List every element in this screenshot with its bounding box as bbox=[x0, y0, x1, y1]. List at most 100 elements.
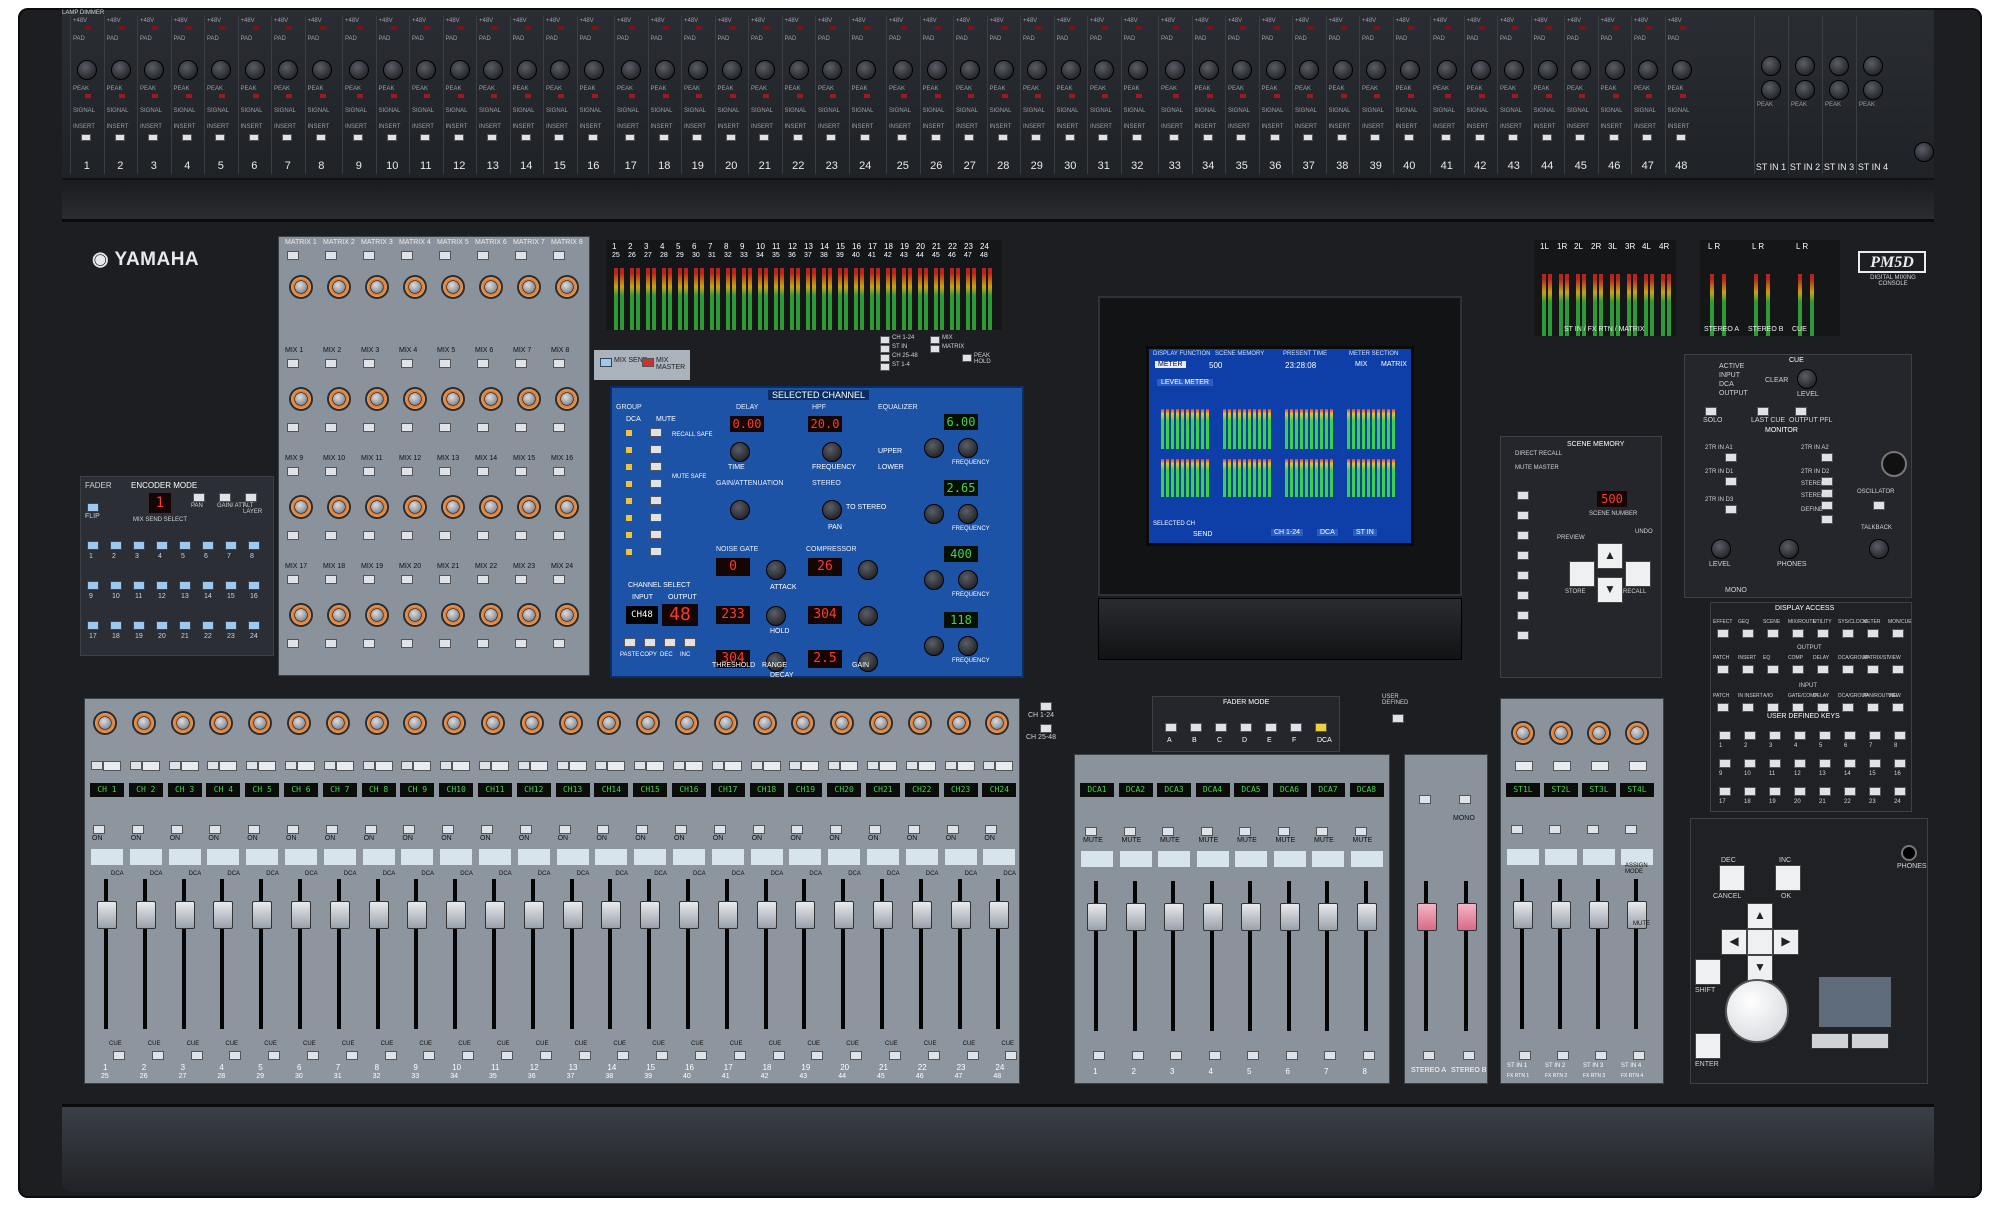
channel-cue-button[interactable] bbox=[656, 1051, 669, 1060]
meter-select-button[interactable] bbox=[880, 345, 890, 353]
channel-on-key[interactable] bbox=[519, 825, 532, 834]
user-defined-key[interactable] bbox=[1869, 759, 1881, 768]
phones-jack[interactable] bbox=[1901, 845, 1917, 861]
lamp-dimmer-knob[interactable] bbox=[1914, 142, 1934, 162]
mix-on-button[interactable] bbox=[401, 359, 413, 368]
mix-cue-button[interactable] bbox=[477, 531, 489, 540]
fader-mode-button[interactable] bbox=[1290, 723, 1302, 732]
gain-knob[interactable] bbox=[583, 60, 604, 80]
mix-cue-button[interactable] bbox=[515, 531, 527, 540]
gain-knob[interactable] bbox=[893, 60, 913, 80]
hpf-frequency-knob[interactable] bbox=[822, 442, 842, 462]
mute-master-button[interactable] bbox=[1517, 491, 1529, 500]
master-on-button[interactable] bbox=[1419, 795, 1431, 804]
channel-sel-button[interactable] bbox=[413, 761, 432, 771]
gain-knob[interactable] bbox=[1366, 60, 1386, 80]
channel-on-key[interactable] bbox=[364, 825, 377, 834]
channel-cue-button[interactable] bbox=[423, 1051, 436, 1060]
insert-button[interactable] bbox=[1064, 134, 1075, 141]
encoder-select-button[interactable] bbox=[110, 581, 122, 590]
encoder-select-button[interactable] bbox=[156, 581, 168, 590]
gain-knob[interactable] bbox=[416, 60, 436, 80]
mute-group-button[interactable] bbox=[650, 428, 662, 437]
encoder-mode-button[interactable] bbox=[193, 493, 205, 502]
channel-on-button[interactable] bbox=[905, 761, 918, 770]
channel-encoder-knob[interactable] bbox=[869, 711, 893, 735]
fader-knob[interactable] bbox=[523, 901, 544, 929]
gate-knob[interactable] bbox=[766, 560, 786, 580]
gain-knob[interactable] bbox=[1299, 60, 1319, 80]
fader-knob[interactable] bbox=[756, 901, 777, 929]
fader-knob[interactable] bbox=[291, 901, 311, 929]
matrix-level-knob[interactable] bbox=[289, 275, 313, 299]
gain-knob[interactable] bbox=[349, 60, 369, 80]
mute-master-button[interactable] bbox=[1517, 611, 1529, 620]
channel-on-key[interactable] bbox=[287, 825, 299, 834]
gain-knob[interactable] bbox=[483, 60, 503, 80]
display-access-button[interactable] bbox=[1767, 665, 1779, 674]
mix-cue-button[interactable] bbox=[325, 423, 337, 432]
insert-button[interactable] bbox=[248, 134, 259, 141]
fader-knob[interactable] bbox=[562, 901, 583, 929]
insert-button[interactable] bbox=[353, 134, 363, 141]
channel-sel-button[interactable] bbox=[491, 761, 509, 771]
mute-master-button[interactable] bbox=[1517, 511, 1529, 520]
fader-mode-button[interactable] bbox=[1165, 723, 1177, 732]
mouse-left-button[interactable] bbox=[1811, 1033, 1849, 1049]
stereo-gain-knob[interactable] bbox=[1829, 56, 1849, 76]
delay-time-knob[interactable] bbox=[730, 442, 750, 462]
comp-knob[interactable] bbox=[858, 560, 878, 580]
gain-knob[interactable] bbox=[926, 60, 947, 80]
channel-sel-button[interactable] bbox=[607, 761, 626, 771]
last-cue-button[interactable] bbox=[1757, 407, 1769, 416]
mix-on-button[interactable] bbox=[477, 575, 489, 584]
channel-on-key[interactable] bbox=[131, 825, 144, 834]
insert-button[interactable] bbox=[1031, 134, 1041, 141]
fader-knob[interactable] bbox=[1589, 901, 1609, 929]
dca-cue-button[interactable] bbox=[1208, 1051, 1221, 1060]
cursor-left-button[interactable]: ◀ bbox=[1721, 929, 1747, 955]
mix-on-button[interactable] bbox=[515, 467, 527, 476]
channel-on-key[interactable] bbox=[442, 825, 455, 834]
channel-sel-button[interactable] bbox=[103, 761, 121, 771]
dca-cue-button[interactable] bbox=[1093, 1051, 1105, 1060]
recall-button[interactable] bbox=[1625, 561, 1651, 587]
gain-knob[interactable] bbox=[144, 60, 164, 80]
user-defined-key[interactable] bbox=[1719, 787, 1731, 796]
user-defined-key[interactable] bbox=[1719, 731, 1731, 740]
fader-knob[interactable] bbox=[174, 901, 195, 929]
encoder-select-button[interactable] bbox=[248, 581, 260, 590]
fader-knob[interactable] bbox=[679, 901, 699, 929]
channel-on-button[interactable] bbox=[595, 761, 608, 770]
channel-on-key[interactable] bbox=[636, 825, 649, 834]
user-defined-key[interactable] bbox=[1769, 759, 1781, 768]
display-access-button[interactable] bbox=[1842, 665, 1854, 674]
mix-master-button[interactable] bbox=[642, 358, 654, 367]
eq-gain-knob[interactable] bbox=[924, 570, 944, 590]
insert-button[interactable] bbox=[1303, 134, 1313, 141]
eq-frequency-knob[interactable] bbox=[958, 504, 978, 524]
gain-knob[interactable] bbox=[1198, 60, 1219, 80]
flip-button[interactable] bbox=[87, 503, 99, 512]
encoder-select-button[interactable] bbox=[133, 541, 145, 550]
gain-knob[interactable] bbox=[1399, 60, 1420, 80]
channel-encoder-knob[interactable] bbox=[131, 711, 156, 735]
fader-knob[interactable] bbox=[950, 901, 971, 929]
dca-cue-button[interactable] bbox=[1170, 1051, 1182, 1060]
encoder-select-button[interactable] bbox=[179, 621, 191, 630]
encoder-select-button[interactable] bbox=[225, 581, 237, 590]
st-in-encoder-knob[interactable] bbox=[1511, 721, 1535, 745]
insert-button[interactable] bbox=[1642, 134, 1652, 141]
channel-cue-button[interactable] bbox=[345, 1051, 358, 1060]
fader-knob[interactable] bbox=[1356, 903, 1377, 931]
channel-encoder-knob[interactable] bbox=[248, 711, 273, 735]
display-access-button[interactable] bbox=[1742, 703, 1754, 712]
st-in-encoder-knob[interactable] bbox=[1587, 721, 1611, 745]
gain-knob[interactable] bbox=[1604, 60, 1625, 80]
user-defined-key[interactable] bbox=[1819, 787, 1831, 796]
fader-knob[interactable] bbox=[252, 901, 273, 929]
matrix-on-button[interactable] bbox=[477, 251, 489, 260]
insert-button[interactable] bbox=[1169, 134, 1179, 141]
matrix-level-knob[interactable] bbox=[517, 275, 541, 299]
fader-knob[interactable] bbox=[1279, 903, 1300, 931]
